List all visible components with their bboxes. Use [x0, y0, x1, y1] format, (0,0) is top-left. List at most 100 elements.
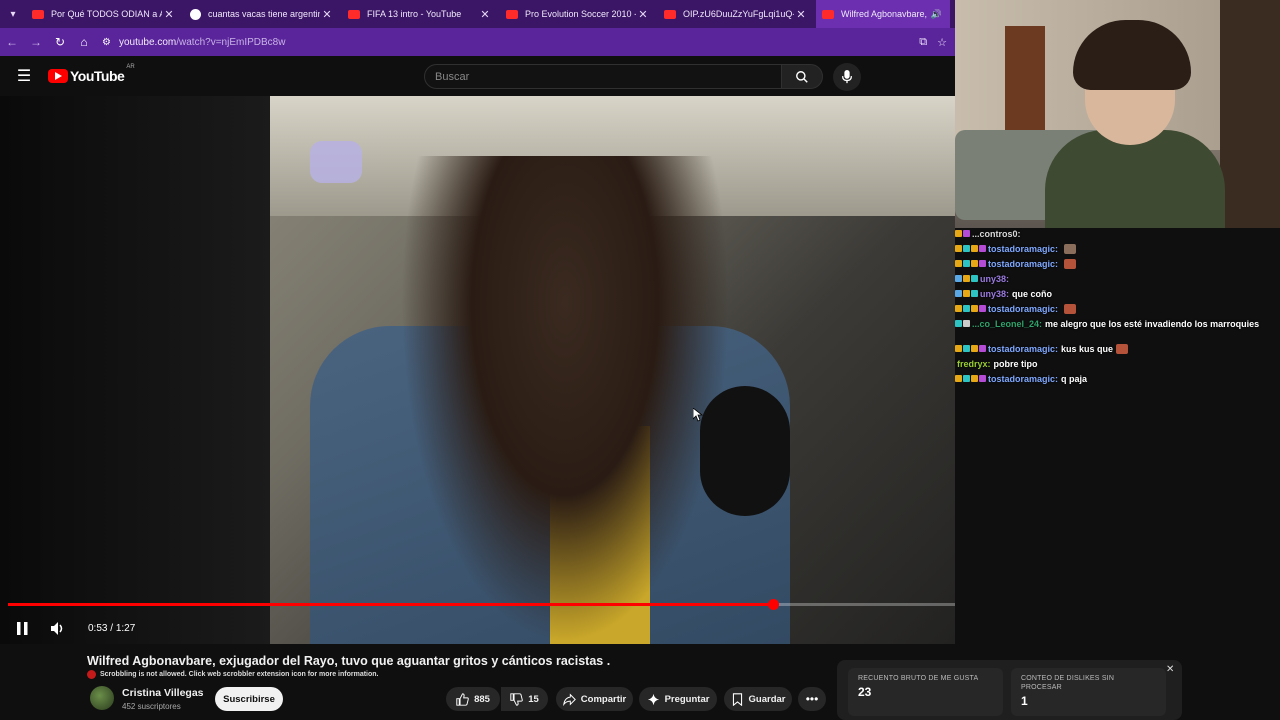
- volume-icon: [51, 621, 63, 635]
- youtube-masthead: ☰ YouTube AR Buscar: [0, 56, 955, 96]
- dislike-button[interactable]: 15: [501, 687, 548, 711]
- close-tab-icon[interactable]: ✕: [162, 8, 176, 21]
- close-icon[interactable]: ✕: [1166, 664, 1174, 675]
- url-field[interactable]: ⚙ youtube.com/watch?v=njEmIPDBc8w: [102, 37, 919, 48]
- home-icon[interactable]: ⌂: [72, 35, 96, 49]
- ask-button[interactable]: Preguntar: [639, 687, 717, 711]
- microphone-icon: [841, 70, 853, 84]
- logo-text: YouTube: [70, 68, 125, 84]
- youtube-favicon-icon: [822, 9, 834, 19]
- subscribe-button[interactable]: Suscribirse: [215, 687, 283, 711]
- tv-channel-logo: [310, 141, 362, 183]
- chat-emote-icon: [1064, 303, 1077, 314]
- youtube-logo[interactable]: YouTube AR: [48, 64, 135, 84]
- chat-message: ...co_Leonel_24: me alegro que los esté i…: [955, 316, 1280, 331]
- progress-bar[interactable]: [8, 599, 955, 610]
- chat-message: uny38: que coño: [955, 286, 1280, 301]
- browser-tab-0[interactable]: Por Qué TODOS ODIAN a ARG✕: [26, 0, 184, 28]
- progress-scrubber[interactable]: [768, 599, 779, 610]
- like-count: 885: [474, 693, 490, 705]
- chat-badge-icon: [955, 245, 962, 252]
- share-button[interactable]: Compartir: [556, 687, 633, 711]
- chat-badge-icon: [963, 260, 970, 267]
- chat-badge-icon: [979, 260, 986, 267]
- raw-dislikes-label: CONTEO DE DISLIKES SIN PROCESAR: [1021, 675, 1115, 691]
- menu-icon[interactable]: ☰: [0, 66, 48, 86]
- chat-text: me alegro que los esté invadiendo los ma…: [1045, 318, 1260, 329]
- chat-badge-icon: [963, 275, 970, 282]
- chat-badge-icon: [955, 320, 962, 327]
- search-input[interactable]: Buscar: [424, 64, 782, 89]
- save-button[interactable]: Guardar: [724, 687, 792, 711]
- browser-tab-3[interactable]: Pro Evolution Soccer 2010 - PE✕: [500, 0, 658, 28]
- chat-badges: [955, 375, 986, 382]
- chat-badge-icon: [971, 375, 978, 382]
- audio-playing-icon[interactable]: 🔊: [931, 9, 942, 20]
- current-time: 0:53: [88, 622, 108, 634]
- tab-search-menu-icon[interactable]: ▾: [0, 0, 26, 28]
- close-tab-icon[interactable]: ✕: [636, 8, 650, 21]
- more-actions-button[interactable]: •••: [798, 687, 826, 711]
- forward-icon[interactable]: →: [24, 35, 48, 49]
- browser-tab-1[interactable]: cuantas vacas tiene argentina -✕: [184, 0, 342, 28]
- video-player[interactable]: 0:53 / 1:27: [0, 96, 955, 644]
- pause-button[interactable]: [4, 621, 40, 635]
- browser-tab-5[interactable]: Wilfred Agbonavbare, exjug 🔊: [816, 0, 950, 28]
- search-button[interactable]: [781, 64, 823, 89]
- chat-badge-icon: [971, 245, 978, 252]
- chat-message: tostadoramagic: kus kus que: [955, 341, 1280, 356]
- tab-title: cuantas vacas tiene argentina -: [208, 9, 320, 19]
- progress-played: [8, 603, 773, 606]
- mouse-cursor-icon: [693, 408, 703, 422]
- reload-icon[interactable]: ↻: [48, 35, 72, 49]
- scrobbler-icon: [87, 670, 96, 679]
- chat-badge-icon: [955, 230, 962, 237]
- tab-title: OIP.zU6DuuZzYuFgLqi1uQ-wrA: [683, 9, 794, 19]
- chat-badge-icon: [955, 305, 962, 312]
- chat-username: tostadoramagic:: [988, 243, 1059, 254]
- tab-list: Por Qué TODOS ODIAN a ARG✕cuantas vacas …: [26, 0, 950, 28]
- url-site: youtube.com: [118, 36, 177, 48]
- chat-badge-icon: [963, 345, 970, 352]
- channel-name[interactable]: Cristina Villegas: [122, 687, 204, 699]
- browser-tab-2[interactable]: FIFA 13 intro - YouTube ✕: [342, 0, 500, 28]
- video-frame[interactable]: [270, 96, 955, 644]
- youtube-favicon-icon: [664, 9, 676, 19]
- scrobble-notice[interactable]: Scrobbling is not allowed. Click web scr…: [87, 670, 379, 679]
- bookmark-star-icon[interactable]: ☆: [937, 36, 947, 49]
- chat-message: tostadoramagic:: [955, 301, 1280, 316]
- back-icon[interactable]: ←: [0, 35, 24, 49]
- like-button[interactable]: 885: [446, 687, 500, 711]
- tab-title: Por Qué TODOS ODIAN a ARG: [51, 9, 162, 19]
- channel-avatar[interactable]: [90, 686, 114, 710]
- chat-badges: [955, 245, 986, 252]
- chat-badge-icon: [979, 305, 986, 312]
- install-app-icon[interactable]: ⧉: [919, 36, 927, 49]
- chat-username: ...contros0:: [972, 228, 1021, 239]
- save-label: Guardar: [748, 693, 786, 705]
- bookmark-icon: [732, 692, 742, 706]
- close-tab-icon[interactable]: ✕: [478, 8, 492, 21]
- close-tab-icon[interactable]: ✕: [794, 8, 808, 21]
- chat-username: tostadoramagic:: [988, 373, 1059, 384]
- chat-badge-icon: [955, 260, 962, 267]
- chat-badge-icon: [955, 275, 962, 282]
- chat-badges: [955, 305, 986, 312]
- video-letterbox: [0, 96, 270, 644]
- chat-badges: [955, 320, 970, 327]
- raw-likes-card: RECUENTO BRUTO DE ME GUSTA 23: [848, 668, 1003, 716]
- video-title: Wilfred Agbonavbare, exjugador del Rayo,…: [87, 654, 611, 668]
- video-scene-person: [400, 156, 730, 644]
- browser-tab-4[interactable]: OIP.zU6DuuZzYuFgLqi1uQ-wrA✕: [658, 0, 816, 28]
- dislike-count: 15: [528, 693, 539, 705]
- volume-button[interactable]: [40, 621, 76, 635]
- chat-message: tostadoramagic: q paja: [955, 371, 1280, 386]
- site-info-icon[interactable]: ⚙: [102, 37, 111, 48]
- voice-search-button[interactable]: [833, 63, 861, 91]
- tab-title: FIFA 13 intro - YouTube: [367, 9, 462, 19]
- close-tab-icon[interactable]: ✕: [320, 8, 334, 21]
- chat-badge-icon: [963, 375, 970, 382]
- google-favicon-icon: [190, 8, 201, 20]
- tab-title: Pro Evolution Soccer 2010 - PE: [525, 9, 636, 19]
- youtube-play-icon: [48, 69, 68, 83]
